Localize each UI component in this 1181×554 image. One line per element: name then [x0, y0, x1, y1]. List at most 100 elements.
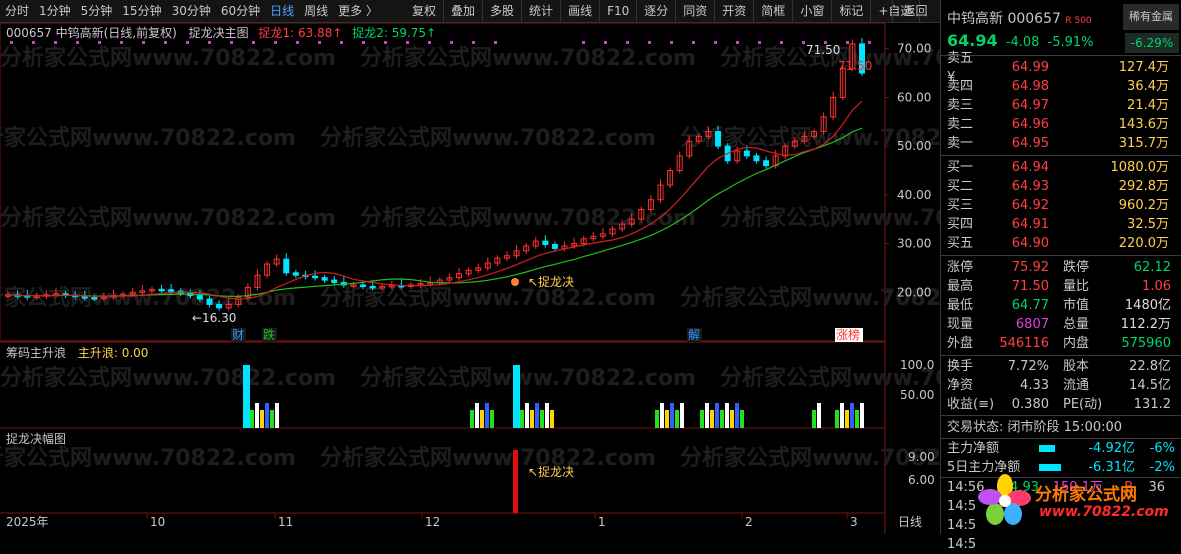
candle-body — [551, 244, 558, 249]
sub2-signal-label: ↖捉龙决 — [528, 464, 574, 479]
toolbar-button[interactable]: 标记 — [832, 0, 872, 23]
candle-body — [216, 303, 223, 309]
signal-marker — [511, 278, 519, 286]
sell-row[interactable]: 卖二 64.96 143.6万 — [941, 115, 1181, 134]
stat-value: 1.06 — [1142, 279, 1171, 294]
watermark: 分析家公式网www.70822.com — [0, 205, 336, 231]
period-tab[interactable]: 更多 〉 — [333, 0, 383, 23]
time-axis-label: 2 — [745, 515, 753, 529]
sub2-title: 捉龙决幅图 — [6, 432, 67, 446]
sector-change: -6.29% — [1125, 33, 1179, 53]
chart-area[interactable]: 分析家公式网www.70822.com 分析家公式网www.70822.com 分析… — [0, 22, 1056, 534]
sell-label: 卖四 — [947, 79, 974, 94]
stat-label: PE(动) — [1063, 397, 1103, 412]
buy-price: 64.93 — [1011, 179, 1049, 194]
stat-value: 7.72% — [1007, 359, 1049, 374]
toolbar-button[interactable]: 画线 — [561, 0, 601, 23]
stats-row: 外盘 546116 内盘 575960 — [941, 334, 1181, 353]
period-tab[interactable]: 周线 — [299, 0, 333, 23]
sell-row[interactable]: 卖三 64.97 21.4万 — [941, 96, 1181, 115]
toolbar-button[interactable]: 逐分 — [637, 0, 677, 23]
stat-value: 62.12 — [1133, 260, 1171, 275]
sell-row[interactable]: 卖一 64.95 315.7万 — [941, 134, 1181, 153]
sub1-bar — [720, 410, 724, 428]
buy-row[interactable]: 买四 64.91 32.5万 — [941, 215, 1181, 234]
sub1-bar — [270, 410, 274, 428]
sub2-bar — [513, 450, 518, 513]
candle-body — [715, 131, 722, 147]
candle-body — [91, 297, 98, 300]
toolbar-button[interactable]: 复权 — [405, 0, 445, 23]
sell-row[interactable]: 卖五 ¥64.99 127.4万 — [941, 51, 1181, 85]
flow-bar — [1039, 445, 1055, 452]
signal-dot — [142, 41, 145, 44]
watermark: 分析家公式网www.70822.com — [0, 45, 336, 71]
stat-value: 0.380 — [1011, 397, 1049, 412]
sub1-bar — [665, 410, 669, 428]
candle-body — [763, 160, 770, 167]
signal-dot — [32, 41, 35, 44]
signal-dot — [714, 41, 717, 44]
kline-chart[interactable]: 分析家公式网www.70822.com 分析家公式网www.70822.com 分析… — [0, 22, 1056, 534]
period-tab[interactable]: 5分钟 — [76, 0, 118, 23]
sub1-bar — [520, 410, 524, 428]
toolbar-button[interactable]: 同资 — [676, 0, 716, 23]
toolbar-button[interactable]: 多股 — [483, 0, 523, 23]
watermark: 分析家公式网www.70822.com — [0, 125, 296, 151]
price-axis-label: 40.00 — [897, 188, 931, 202]
period-tab[interactable]: 15分钟 — [117, 0, 166, 23]
stat-value: 14.5亿 — [1129, 378, 1171, 393]
sub1-bar — [485, 403, 489, 428]
stat-label: 股本 — [1063, 359, 1090, 374]
sector-tag[interactable]: 稀有金属 — [1123, 4, 1179, 30]
buy-volume: 32.5万 — [1127, 217, 1169, 232]
stock-code: 000657 — [1007, 11, 1061, 27]
watermark: 分析家公式网www.70822.com — [0, 445, 296, 471]
back-button[interactable]: 返回 — [892, 0, 938, 23]
buy-label: 买四 — [947, 217, 974, 232]
time-axis-label: 11 — [278, 515, 293, 529]
price-axis-label: 70.00 — [897, 42, 931, 56]
toolbar-buttons: 复权 叠加 多股 统计 画线 F10 逐分 同资 开资 简框 小窗 标记 +自选 — [405, 0, 921, 23]
period-tab[interactable]: 分时 — [0, 0, 34, 23]
event-tag: 跌 — [263, 327, 275, 342]
sell-row[interactable]: 卖四 64.98 36.4万 — [941, 77, 1181, 96]
toolbar-button[interactable]: 开资 — [715, 0, 755, 23]
sub1-value: 主升浪: 0.00 — [77, 346, 149, 360]
toolbar-button[interactable]: 叠加 — [444, 0, 484, 23]
buy-book: 买一 64.94 1080.0万 买二 64.93 292.8万 买三 64.92 960.2万… — [941, 156, 1181, 256]
signal-dot — [164, 41, 167, 44]
sell-label: 卖一 — [947, 136, 974, 151]
buy-price: 64.91 — [1011, 217, 1049, 232]
toolbar-button[interactable]: F10 — [600, 0, 638, 23]
buy-volume: 960.2万 — [1118, 198, 1169, 213]
flow-value: -4.92亿 — [1088, 441, 1135, 456]
period-tab[interactable]: 60分钟 — [216, 0, 265, 23]
sub1-bar — [835, 410, 839, 428]
candle-body — [168, 289, 175, 292]
signal-dot — [670, 41, 673, 44]
toolbar-button[interactable]: 小窗 — [793, 0, 833, 23]
tick-row: 14:5 — [941, 535, 1181, 554]
period-tab[interactable]: 30分钟 — [167, 0, 216, 23]
toolbar-button[interactable]: 简框 — [754, 0, 794, 23]
time-axis-label: 3 — [850, 515, 858, 529]
stats-row: 现量 6807 总量 112.2万 — [941, 315, 1181, 334]
sub1-bar — [730, 410, 734, 428]
flow-row: 主力净额 -4.92亿 -6% — [941, 439, 1181, 458]
signal-dot — [230, 41, 233, 44]
toolbar-button[interactable]: 统计 — [522, 0, 562, 23]
watermark: 分析家公式网www.70822.com — [360, 365, 696, 391]
indicator-name: 捉龙决主图 — [188, 26, 249, 40]
stats-row: 最低 64.77 市值 1480亿 — [941, 296, 1181, 315]
buy-price: 64.90 — [1011, 236, 1049, 251]
buy-row[interactable]: 买三 64.92 960.2万 — [941, 196, 1181, 215]
period-tab[interactable]: 1分钟 — [34, 0, 76, 23]
candle-body — [321, 277, 328, 281]
signal-dot — [868, 41, 871, 44]
buy-row[interactable]: 买五 64.90 220.0万 — [941, 234, 1181, 253]
sub1-bar — [680, 403, 684, 428]
buy-row[interactable]: 买一 64.94 1080.0万 — [941, 158, 1181, 177]
buy-row[interactable]: 买二 64.93 292.8万 — [941, 177, 1181, 196]
period-tab[interactable]: 日线 — [265, 0, 299, 23]
